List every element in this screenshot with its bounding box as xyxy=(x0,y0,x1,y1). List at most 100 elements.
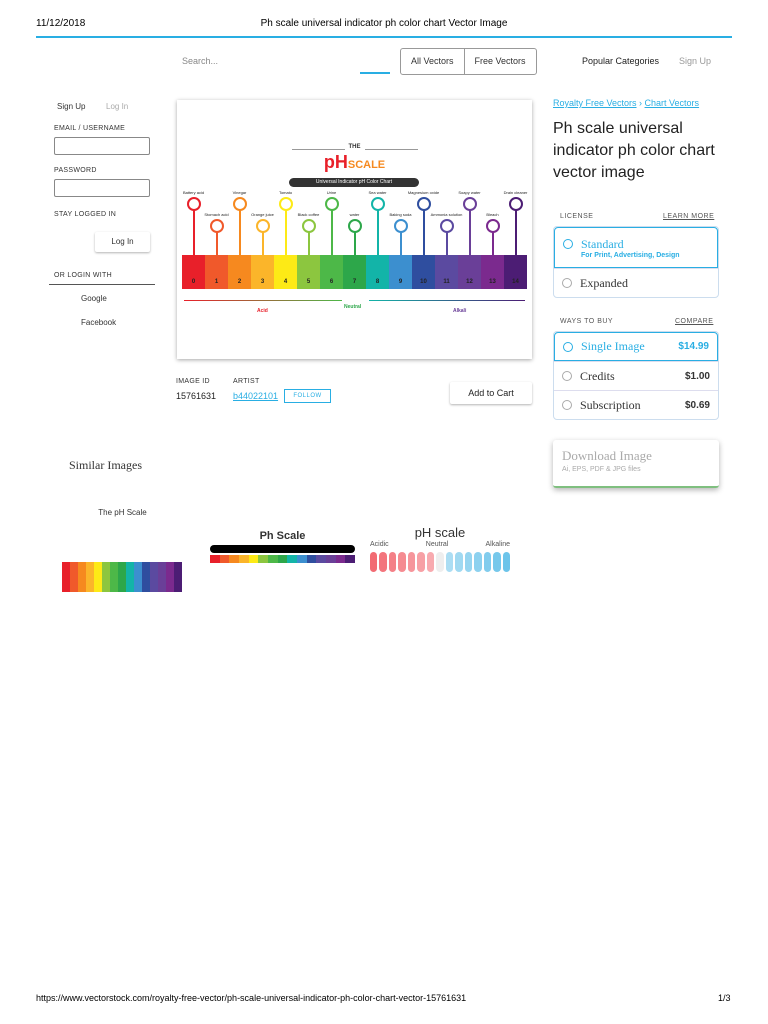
search-input[interactable]: Search... xyxy=(182,56,218,66)
follow-button[interactable]: FOLLOW xyxy=(284,389,331,403)
buy-options: Single Image $14.99 Credits $1.00 Subscrip… xyxy=(553,331,719,420)
thumb-segment xyxy=(306,555,317,563)
ph-item-icon xyxy=(278,197,293,211)
standard-sub: For Print, Advertising, Design xyxy=(581,251,680,259)
ph-stem xyxy=(376,204,379,255)
thumb-segment xyxy=(277,555,288,563)
acid-arrow xyxy=(184,300,342,301)
thumb-pill xyxy=(426,552,435,572)
thumb-pill xyxy=(417,552,425,572)
ph-item-icon xyxy=(462,197,477,211)
compare-link[interactable]: COMPARE xyxy=(675,318,713,325)
breadcrumb-chart-vectors[interactable]: Chart Vectors xyxy=(645,98,700,108)
chart-subtitle: Universal Indicator pH Color Chart xyxy=(289,178,419,187)
thumb-pill xyxy=(436,552,444,572)
image-id-label: IMAGE ID xyxy=(176,378,210,385)
chart-ph: pH xyxy=(323,152,348,172)
free-vectors-button[interactable]: Free Vectors xyxy=(463,49,536,74)
thumb3-title: pH scale xyxy=(414,525,466,540)
buy-subscription-option[interactable]: Subscription $0.69 xyxy=(554,390,718,419)
google-login-button[interactable]: Google xyxy=(81,294,107,303)
thumb-pill xyxy=(370,552,378,572)
option-price: $1.00 xyxy=(684,370,710,382)
thumb-segment xyxy=(248,555,259,563)
ph-item-icon xyxy=(301,219,316,233)
thumb-pill xyxy=(464,552,473,572)
thumb-segment xyxy=(287,555,298,563)
password-field[interactable] xyxy=(54,179,150,197)
thumb-segment xyxy=(150,562,158,592)
signup-tab[interactable]: Sign Up xyxy=(57,102,85,111)
license-standard-option[interactable]: Standard For Print, Advertising, Design xyxy=(554,227,718,268)
similar-image-3[interactable]: pH scale Acidic Neutral Alkaline xyxy=(370,525,511,600)
image-preview[interactable]: THE pHSCALE Universal Indicator pH Color… xyxy=(177,100,532,359)
thumb-segment xyxy=(126,562,134,592)
standard-label: Standard xyxy=(581,236,624,251)
thumb-pill xyxy=(474,552,482,572)
license-expanded-option[interactable]: Expanded xyxy=(554,268,718,297)
thumb-segment xyxy=(118,562,126,592)
signup-link[interactable]: Sign Up xyxy=(679,56,711,66)
radio-icon xyxy=(562,278,572,288)
thumb-segment xyxy=(268,555,278,563)
ph-segment-9: 9 xyxy=(389,255,412,289)
buy-credits-option[interactable]: Credits $1.00 xyxy=(554,361,718,390)
thumb2-title: Ph Scale xyxy=(259,530,306,542)
thumb-segment xyxy=(345,555,356,563)
footer-page: 1/3 xyxy=(718,993,731,1003)
similar-image-2[interactable]: Ph Scale xyxy=(210,530,356,580)
radio-icon xyxy=(563,239,573,249)
ph-segment-5: 5 xyxy=(297,255,320,289)
breadcrumb: Royalty Free Vectors › Chart Vectors xyxy=(553,98,700,108)
all-vectors-button[interactable]: All Vectors xyxy=(401,49,464,74)
login-tab[interactable]: Log In xyxy=(106,102,128,111)
ph-item-icon xyxy=(439,219,454,233)
thumb-segment xyxy=(166,562,174,592)
ph-item-label: water xyxy=(349,212,360,217)
thumb-pill xyxy=(502,552,511,572)
ph-item-icon xyxy=(209,219,224,233)
add-to-cart-button[interactable]: Add to Cart xyxy=(450,382,532,404)
ph-stem xyxy=(284,204,287,255)
download-image-button[interactable]: Download Image Ai, EPS, PDF & JPG files xyxy=(553,440,719,488)
ph-segment-8: 8 xyxy=(366,255,389,289)
login-button[interactable]: Log In xyxy=(95,232,150,252)
similar-image-1[interactable]: The pH Scale xyxy=(60,508,185,610)
thumb-pill xyxy=(493,552,501,572)
chart-the: THE xyxy=(344,144,365,150)
search-underline xyxy=(360,72,390,74)
thumb3-alkaline: Alkaline xyxy=(485,541,510,548)
ph-item-label: Magnesium oxide xyxy=(407,190,440,195)
neutral-label: Neutral xyxy=(344,304,362,310)
artist-link[interactable]: b44022101 xyxy=(233,391,278,401)
password-label: PASSWORD xyxy=(54,167,97,174)
thumb-segment xyxy=(316,555,327,563)
expanded-label: Expanded xyxy=(580,275,628,290)
header-divider xyxy=(36,36,732,38)
buy-single-image-option[interactable]: Single Image $14.99 xyxy=(554,332,718,361)
breadcrumb-royalty-free[interactable]: Royalty Free Vectors xyxy=(553,98,637,108)
ph-stem xyxy=(514,204,517,255)
thumb-segment xyxy=(229,555,240,563)
ph-item-label: Sea water xyxy=(368,190,387,195)
thumb1-title: The pH Scale xyxy=(98,508,147,517)
divider xyxy=(49,284,155,285)
learn-more-link[interactable]: LEARN MORE xyxy=(663,213,714,220)
license-label: LICENSE xyxy=(560,213,594,220)
email-field[interactable] xyxy=(54,137,150,155)
facebook-login-button[interactable]: Facebook xyxy=(81,318,116,327)
ph-segment-7: 7 xyxy=(343,255,366,289)
thumb2-numbers xyxy=(210,545,355,553)
thumb-segment xyxy=(335,555,346,563)
popular-categories-link[interactable]: Popular Categories xyxy=(582,56,659,66)
ph-stem xyxy=(422,204,425,255)
ph-item-label: Tomato xyxy=(278,190,293,195)
ph-segment-0: 0 xyxy=(182,255,205,289)
page-title: Ph scale universal indicator ph color ch… xyxy=(553,120,715,181)
acid-label: Acid xyxy=(257,308,268,314)
ph-color-bar: 0 1 2 3 4 5 6 7 8 9 10 11 12 13 14 xyxy=(182,255,527,289)
stay-logged-in-checkbox[interactable]: STAY LOGGED IN xyxy=(54,211,116,218)
print-title: Ph scale universal indicator ph color ch… xyxy=(260,18,508,29)
ph-stem xyxy=(468,204,471,255)
thumb-segment xyxy=(142,562,150,592)
